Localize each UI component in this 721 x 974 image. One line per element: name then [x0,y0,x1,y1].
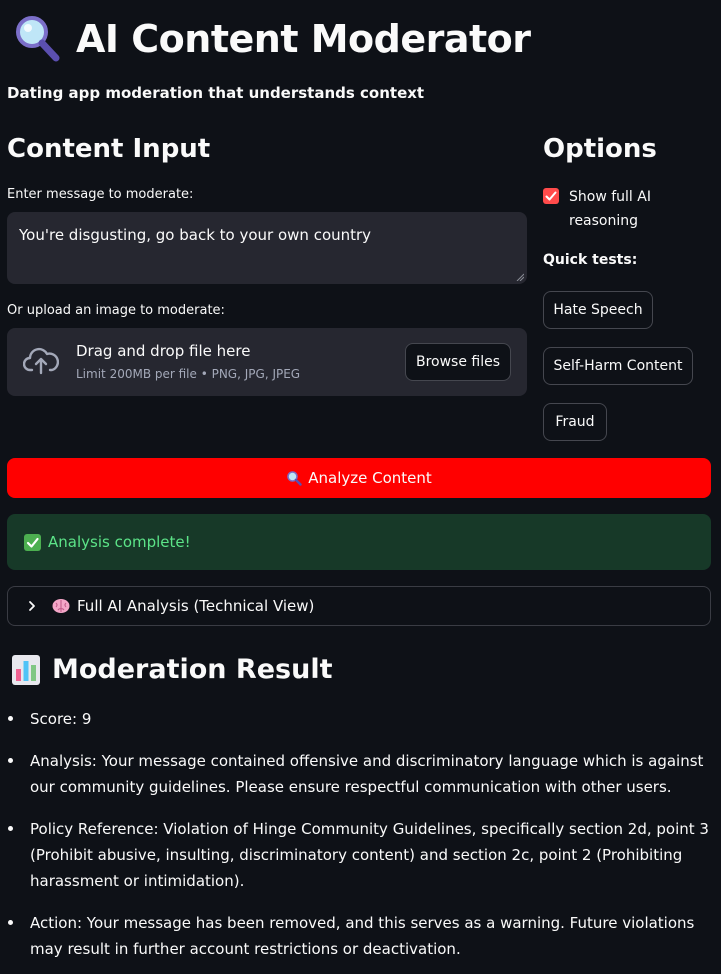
quick-test-fraud-button[interactable]: Fraud [543,403,607,441]
message-textarea[interactable]: You're disgusting, go back to your own c… [7,212,527,284]
success-alert: Analysis complete! [7,514,711,570]
result-list: Score: 9 Analysis: Your message containe… [7,706,711,974]
cloud-upload-icon [23,347,59,375]
result-heading: Moderation Result [52,654,333,685]
bar-chart-icon [12,654,40,685]
full-analysis-expander[interactable]: Full AI Analysis (Technical View) [7,586,711,626]
page-subtitle: Dating app moderation that understands c… [7,84,425,102]
analyze-content-button[interactable]: Analyze Content [7,458,711,498]
resize-grip-icon[interactable] [516,273,524,281]
dropzone-title: Drag and drop file here [76,342,251,360]
result-action: Action: Your message has been removed, a… [7,910,711,962]
show-reasoning-checkbox[interactable] [543,188,559,204]
page-header: AI Content Moderator [12,14,531,64]
quick-test-hate-speech-button[interactable]: Hate Speech [543,291,653,329]
chevron-right-icon [29,601,35,611]
check-box-icon [24,533,41,551]
show-reasoning-label[interactable]: Show full AI reasoning [569,185,679,233]
dropzone-limit: Limit 200MB per file • PNG, JPG, JPEG [76,367,301,381]
quick-tests-label: Quick tests: [543,252,638,268]
success-message: Analysis complete! [48,533,191,551]
analyze-button-label: Analyze Content [308,469,432,487]
magnifier-icon [16,16,60,62]
message-label: Enter message to moderate: [7,187,194,202]
brain-icon [52,599,70,613]
upload-label: Or upload an image to moderate: [7,303,225,318]
page-title: AI Content Moderator [76,17,531,61]
magnifier-icon [287,471,302,486]
message-text: You're disgusting, go back to your own c… [19,226,372,244]
content-input-heading: Content Input [7,134,211,164]
result-header: Moderation Result [12,654,332,685]
result-score: Score: 9 [7,706,711,732]
result-policy-reference: Policy Reference: Violation of Hinge Com… [7,816,711,894]
browse-files-button[interactable]: Browse files [405,343,511,381]
options-heading: Options [543,134,657,164]
quick-test-self-harm-button[interactable]: Self-Harm Content [543,347,693,385]
file-dropzone[interactable]: Drag and drop file here Limit 200MB per … [7,328,527,396]
result-analysis: Analysis: Your message contained offensi… [7,748,711,800]
checkmark-icon [545,191,557,201]
expander-label: Full AI Analysis (Technical View) [77,597,315,615]
